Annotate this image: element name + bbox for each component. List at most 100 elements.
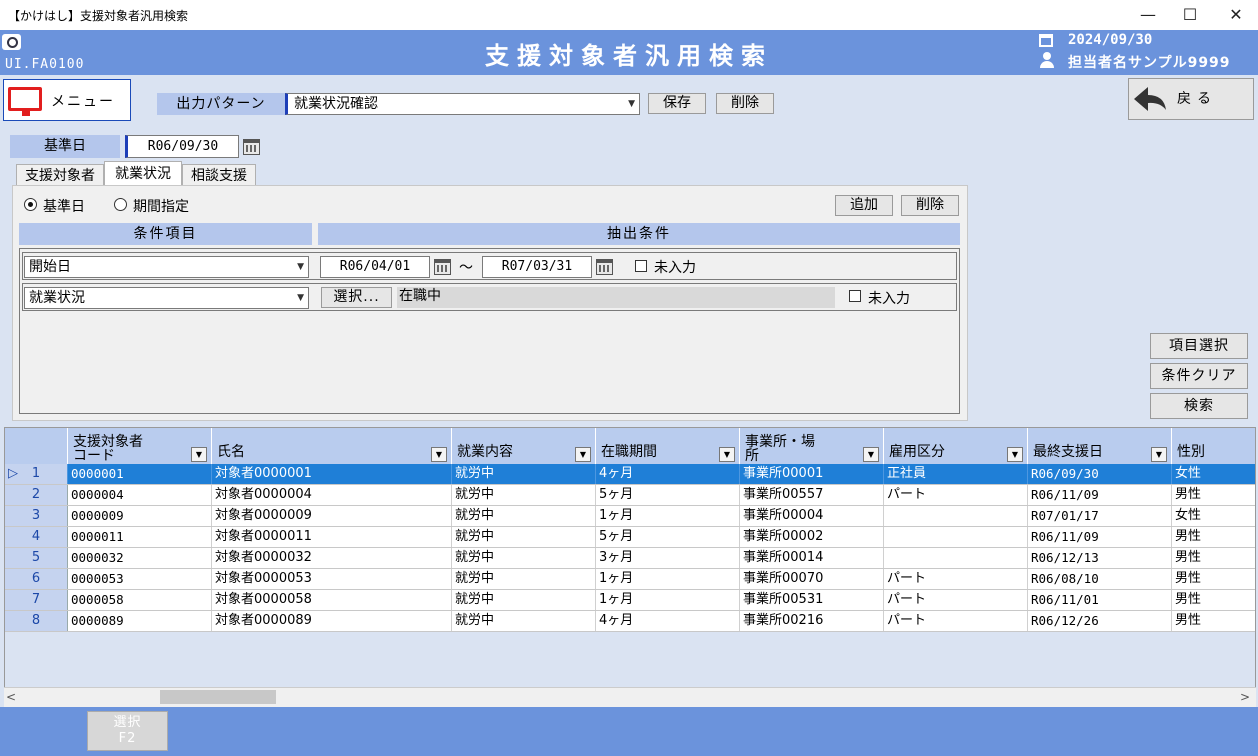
column-header-label: 最終支援日 <box>1033 444 1103 460</box>
row-selector-icon: ▷ <box>8 466 18 481</box>
column-header-period[interactable]: 在職期間 ▼ <box>596 428 740 464</box>
column-header-office[interactable]: 事業所・場 所 ▼ <box>740 428 884 464</box>
footer-bar <box>0 707 1258 756</box>
cell-work: 就労中 <box>452 569 596 589</box>
tab-consultation[interactable]: 相談支援 <box>182 164 256 186</box>
cell-period: 5ヶ月 <box>596 485 740 505</box>
table-row[interactable]: 2 0000004 対象者0000004 就労中 5ヶ月 事業所00557 パート R06/1… <box>5 485 1255 506</box>
column-header-last-support[interactable]: 最終支援日 ▼ <box>1028 428 1172 464</box>
dropdown-arrow-icon: ▼ <box>628 99 635 109</box>
clear-conditions-button[interactable]: 条件クリア <box>1150 363 1248 389</box>
column-header-employment-type[interactable]: 雇用区分 ▼ <box>884 428 1028 464</box>
cell-last: R06/09/30 <box>1028 464 1172 484</box>
radio-period[interactable] <box>114 198 127 211</box>
table-row[interactable]: 6 0000053 対象者0000053 就労中 1ヶ月 事業所00070 パート R06/0… <box>5 569 1255 590</box>
base-date-label: 基準日 <box>10 135 120 158</box>
output-pattern-value: 就業状況確認 <box>294 96 378 112</box>
radio-period-label: 期間指定 <box>133 199 189 215</box>
output-pattern-select[interactable]: 就業状況確認 ▼ <box>285 93 640 115</box>
column-header-name[interactable]: 氏名 ▼ <box>212 428 452 464</box>
base-date-field[interactable]: R06/09/30 <box>125 135 239 158</box>
cell-last: R07/01/17 <box>1028 506 1172 526</box>
minimize-button[interactable]: — <box>1137 4 1159 26</box>
condition-item-select[interactable]: 就業状況 ▼ <box>24 287 309 309</box>
dropdown-arrow-icon[interactable]: ▼ <box>431 447 447 462</box>
cell-code: 0000009 <box>68 506 212 526</box>
close-button[interactable]: ✕ <box>1225 4 1247 26</box>
column-header-label: 性別 <box>1177 444 1205 460</box>
cell-work: 就労中 <box>452 464 596 484</box>
cell-name: 対象者0000004 <box>212 485 452 505</box>
cell-work: 就労中 <box>452 611 596 631</box>
cell-office: 事業所00001 <box>740 464 884 484</box>
calendar-icon[interactable] <box>243 139 260 155</box>
choose-button[interactable]: 選択... <box>321 287 392 308</box>
scrollbar-thumb[interactable] <box>160 690 276 704</box>
tab-employment[interactable]: 就業状況 <box>104 161 182 186</box>
date-from-field[interactable]: R06/04/01 <box>320 256 430 278</box>
scroll-left-arrow-icon[interactable]: < <box>6 688 18 706</box>
date-to-field[interactable]: R07/03/31 <box>482 256 592 278</box>
cell-code: 0000032 <box>68 548 212 568</box>
cell-office: 事業所00004 <box>740 506 884 526</box>
cell-name: 対象者0000058 <box>212 590 452 610</box>
cell-period: 1ヶ月 <box>596 590 740 610</box>
cell-name: 対象者0000011 <box>212 527 452 547</box>
cell-last: R06/11/01 <box>1028 590 1172 610</box>
column-header-label: 就業内容 <box>457 444 513 460</box>
select-f2-button[interactable]: 選択 F2 <box>87 711 168 751</box>
save-button[interactable]: 保存 <box>648 93 706 114</box>
cell-emp <box>884 506 1028 526</box>
radio-base-date[interactable] <box>24 198 37 211</box>
add-condition-button[interactable]: 追加 <box>835 195 893 216</box>
cell-sex: 男性 <box>1172 611 1255 631</box>
row-number: 7 <box>5 590 68 610</box>
table-row[interactable]: 7 0000058 対象者0000058 就労中 1ヶ月 事業所00531 パート R06/1… <box>5 590 1255 611</box>
cell-emp: 正社員 <box>884 464 1028 484</box>
row-number: ▷ 1 <box>5 464 68 484</box>
item-select-button[interactable]: 項目選択 <box>1150 333 1248 359</box>
dropdown-arrow-icon[interactable]: ▼ <box>191 447 207 462</box>
employment-status-value: 在職中 <box>397 287 835 308</box>
cell-work: 就労中 <box>452 485 596 505</box>
cell-office: 事業所00070 <box>740 569 884 589</box>
dropdown-arrow-icon[interactable]: ▼ <box>1151 447 1167 462</box>
cell-emp <box>884 527 1028 547</box>
back-arrow-icon <box>1134 87 1166 111</box>
dropdown-arrow-icon[interactable]: ▼ <box>575 447 591 462</box>
column-header-work[interactable]: 就業内容 ▼ <box>452 428 596 464</box>
row-number-header <box>5 428 68 464</box>
search-button[interactable]: 検索 <box>1150 393 1248 419</box>
empty-checkbox[interactable] <box>635 260 647 272</box>
current-date: 2024/09/30 <box>1068 32 1153 48</box>
dropdown-arrow-icon: ▼ <box>297 293 304 303</box>
maximize-button[interactable]: ☐ <box>1179 4 1201 26</box>
condition-item-select[interactable]: 開始日 ▼ <box>24 256 309 278</box>
dropdown-arrow-icon[interactable]: ▼ <box>719 447 735 462</box>
delete-pattern-button[interactable]: 削除 <box>716 93 774 114</box>
empty-checkbox[interactable] <box>849 290 861 302</box>
dropdown-arrow-icon[interactable]: ▼ <box>863 447 879 462</box>
table-row[interactable]: ▷ 1 0000001 対象者0000001 就労中 4ヶ月 事業所00001 正社員 R06/… <box>5 464 1255 485</box>
monitor-icon <box>8 87 42 116</box>
calendar-icon[interactable] <box>434 259 451 275</box>
dropdown-arrow-icon[interactable]: ▼ <box>1007 447 1023 462</box>
table-row[interactable]: 5 0000032 対象者0000032 就労中 3ヶ月 事業所00014 R06/12/1… <box>5 548 1255 569</box>
column-header-code[interactable]: 支援対象者 コード ▼ <box>68 428 212 464</box>
cell-code: 0000089 <box>68 611 212 631</box>
delete-condition-button[interactable]: 削除 <box>901 195 959 216</box>
row-number-text: 1 <box>31 466 41 481</box>
calendar-icon[interactable] <box>596 259 613 275</box>
scroll-right-arrow-icon[interactable]: > <box>1240 688 1252 706</box>
cell-period: 3ヶ月 <box>596 548 740 568</box>
table-row[interactable]: 8 0000089 対象者0000089 就労中 4ヶ月 事業所00216 パート R06/1… <box>5 611 1255 632</box>
column-header-sex[interactable]: 性別 <box>1172 428 1255 464</box>
row-number: 2 <box>5 485 68 505</box>
table-row[interactable]: 4 0000011 対象者0000011 就労中 5ヶ月 事業所00002 R06/11/0… <box>5 527 1255 548</box>
cell-sex: 男性 <box>1172 590 1255 610</box>
table-row[interactable]: 3 0000009 対象者0000009 就労中 1ヶ月 事業所00004 R07/01/1… <box>5 506 1255 527</box>
results-grid: 支援対象者 コード ▼ 氏名 ▼ 就業内容 ▼ 在職期間 ▼ 事業所・場 所 ▼… <box>4 427 1256 707</box>
cell-emp: パート <box>884 590 1028 610</box>
select-f2-key: F2 <box>118 731 137 746</box>
tab-support-target[interactable]: 支援対象者 <box>16 164 104 186</box>
